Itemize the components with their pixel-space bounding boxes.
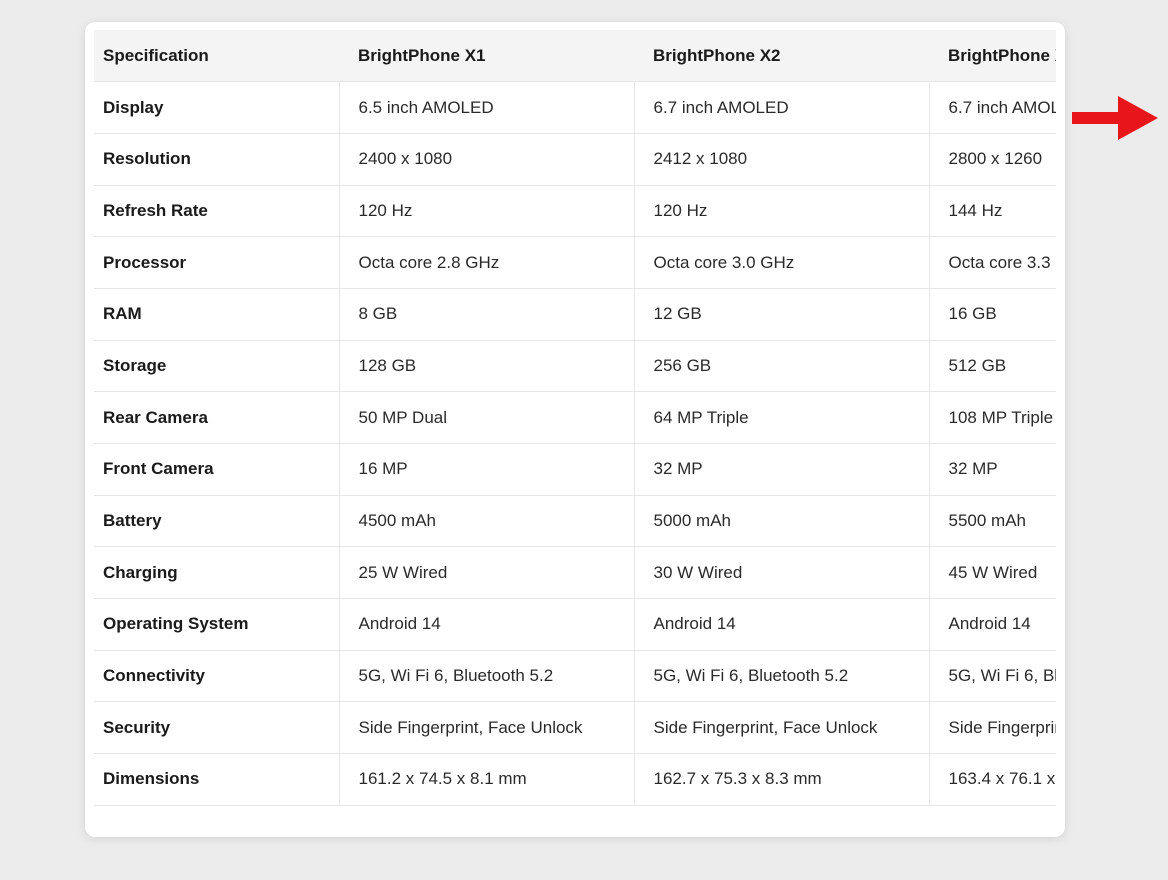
- spec-value-cell: 108 MP Triple: [928, 391, 1056, 444]
- spec-value-cell: 512 GB: [928, 340, 1056, 393]
- table-row: Connectivity 5G, Wi Fi 6, Bluetooth 5.2 5G…: [94, 650, 1056, 703]
- spec-value-cell: 64 MP Triple: [633, 391, 929, 444]
- spec-label-cell: Connectivity: [94, 650, 339, 703]
- spec-value-cell: Side Fingerprint, Face Unlock: [338, 701, 634, 755]
- spec-label-cell: Dimensions: [94, 753, 339, 806]
- arrow-right-shape: [1072, 96, 1158, 140]
- spec-label-cell: Security: [94, 701, 339, 755]
- spec-value-cell: 8 GB: [338, 288, 634, 341]
- table-row: Processor Octa core 2.8 GHz Octa core 3.0 …: [94, 236, 1056, 289]
- column-header-model: BrightPhone X3: [929, 30, 1056, 83]
- spec-label-cell: Front Camera: [94, 443, 339, 496]
- table-row: Resolution 2400 x 1080 2412 x 1080 2800 x 1…: [94, 133, 1056, 186]
- spec-value-cell: 16 GB: [928, 288, 1056, 341]
- table-row: Refresh Rate 120 Hz 120 Hz 144 Hz: [94, 185, 1056, 238]
- spec-value-cell: 5500 mAh: [928, 495, 1056, 548]
- table-row: Charging 25 W Wired 30 W Wired 45 W Wired: [94, 546, 1056, 600]
- spec-value-cell: 2400 x 1080: [338, 133, 634, 186]
- spec-comparison-table: Specification BrightPhone X1 BrightPhone…: [94, 30, 1056, 806]
- spec-value-cell: Side Fingerprint, Face Unlock: [633, 701, 929, 755]
- spec-label-cell: Storage: [94, 340, 339, 393]
- spec-value-cell: 120 Hz: [338, 185, 634, 238]
- spec-value-cell: 32 MP: [633, 443, 929, 496]
- arrow-right-icon: [1072, 96, 1158, 140]
- spec-value-cell: 128 GB: [338, 340, 634, 393]
- spec-value-cell: 161.2 x 74.5 x 8.1 mm: [338, 753, 634, 806]
- table-row: RAM 8 GB 12 GB 16 GB: [94, 288, 1056, 341]
- spec-value-cell: 256 GB: [633, 340, 929, 393]
- spec-value-cell: 50 MP Dual: [338, 391, 634, 444]
- spec-label-cell: Battery: [94, 495, 339, 548]
- spec-value-cell: 6.7 inch AMOLED: [633, 81, 929, 134]
- spec-label-cell: Processor: [94, 236, 339, 289]
- column-header-model: BrightPhone X1: [339, 30, 634, 83]
- spec-value-cell: 162.7 x 75.3 x 8.3 mm: [633, 753, 929, 806]
- spec-value-cell: Android 14: [633, 598, 929, 651]
- spec-value-cell: 6.7 inch AMOLED: [928, 81, 1056, 134]
- spec-value-cell: Octa core 3.0 GHz: [633, 236, 929, 289]
- spec-value-cell: 2800 x 1260: [928, 133, 1056, 186]
- table-body: Display 6.5 inch AMOLED 6.7 inch AMOLED 6.7…: [94, 81, 1056, 806]
- spec-value-cell: 5G, Wi Fi 6, Bluetooth 5.3: [928, 650, 1056, 703]
- spec-value-cell: 144 Hz: [928, 185, 1056, 238]
- spec-value-cell: 6.5 inch AMOLED: [338, 81, 634, 134]
- spec-value-cell: 45 W Wired: [928, 546, 1056, 600]
- spec-value-cell: Android 14: [338, 598, 634, 651]
- table-row: Rear Camera 50 MP Dual 64 MP Triple 108 MP …: [94, 391, 1056, 444]
- spec-value-cell: Octa core 2.8 GHz: [338, 236, 634, 289]
- spec-label-cell: Display: [94, 81, 339, 134]
- spec-value-cell: 4500 mAh: [338, 495, 634, 548]
- spec-value-cell: Side Fingerprint, Face Unlock: [928, 701, 1056, 755]
- spec-value-cell: 5000 mAh: [633, 495, 929, 548]
- spec-label-cell: RAM: [94, 288, 339, 341]
- table-row: Operating System Android 14 Android 14 Andr…: [94, 598, 1056, 651]
- spec-label-cell: Refresh Rate: [94, 185, 339, 238]
- column-header-model: BrightPhone X2: [634, 30, 929, 83]
- table-row: Display 6.5 inch AMOLED 6.7 inch AMOLED 6.7…: [94, 81, 1056, 134]
- column-header-specification: Specification: [94, 30, 339, 83]
- table-row: Dimensions 161.2 x 74.5 x 8.1 mm 162.7 x 7…: [94, 753, 1056, 806]
- table-row: Storage 128 GB 256 GB 512 GB: [94, 340, 1056, 393]
- spec-label-cell: Operating System: [94, 598, 339, 651]
- spec-value-cell: Android 14: [928, 598, 1056, 651]
- spec-label-cell: Charging: [94, 546, 339, 600]
- spec-value-cell: 32 MP: [928, 443, 1056, 496]
- spec-value-cell: 16 MP: [338, 443, 634, 496]
- spec-label-cell: Rear Camera: [94, 391, 339, 444]
- spec-value-cell: 12 GB: [633, 288, 929, 341]
- table-row: Front Camera 16 MP 32 MP 32 MP: [94, 443, 1056, 496]
- spec-label-cell: Resolution: [94, 133, 339, 186]
- spec-value-cell: 120 Hz: [633, 185, 929, 238]
- spec-value-cell: 25 W Wired: [338, 546, 634, 600]
- spec-value-cell: 163.4 x 76.1 x 8.5 mm: [928, 753, 1056, 806]
- table-scroll-viewport[interactable]: Specification BrightPhone X1 BrightPhone…: [94, 30, 1056, 808]
- spec-value-cell: 30 W Wired: [633, 546, 929, 600]
- spec-value-cell: Octa core 3.3 GHz: [928, 236, 1056, 289]
- spec-value-cell: 5G, Wi Fi 6, Bluetooth 5.2: [338, 650, 634, 703]
- table-header-row: Specification BrightPhone X1 BrightPhone…: [94, 30, 1056, 83]
- table-row: Security Side Fingerprint, Face Unlock Sid…: [94, 701, 1056, 755]
- table-row: Battery 4500 mAh 5000 mAh 5500 mAh: [94, 495, 1056, 548]
- spec-value-cell: 5G, Wi Fi 6, Bluetooth 5.2: [633, 650, 929, 703]
- comparison-card: Specification BrightPhone X1 BrightPhone…: [85, 22, 1065, 837]
- spec-value-cell: 2412 x 1080: [633, 133, 929, 186]
